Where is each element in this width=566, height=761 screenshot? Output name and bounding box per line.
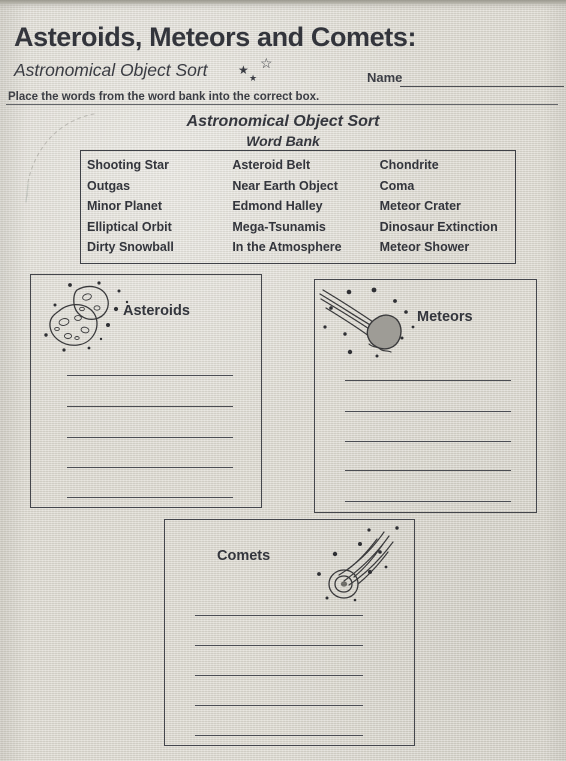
word-bank-item[interactable]: Chondrite — [380, 155, 515, 176]
name-label: Name — [367, 70, 403, 85]
star-outline-icon: ☆ — [260, 55, 273, 71]
instruction-text: Place the words from the word bank into … — [8, 91, 320, 103]
answer-line[interactable] — [345, 441, 511, 442]
page-title: Asteroids, Meteors and Comets: — [14, 22, 417, 52]
name-input-line[interactable] — [400, 86, 564, 87]
category-box-comets: Comets — [164, 519, 415, 746]
answer-line[interactable] — [195, 735, 363, 736]
subtitle-star-decorations: ★ ☆ ★ — [236, 56, 296, 86]
answer-line[interactable] — [67, 467, 233, 468]
answer-line[interactable] — [195, 645, 363, 646]
word-bank-title: Astronomical Object Sort — [186, 113, 380, 130]
word-bank-column-3: Chondrite Coma Meteor Crater Dinosaur Ex… — [380, 155, 515, 263]
word-bank-item[interactable]: Elliptical Orbit — [87, 217, 232, 238]
word-bank-item[interactable]: Shooting Star — [87, 155, 232, 176]
word-bank-item[interactable]: Outgas — [87, 176, 232, 197]
answer-line[interactable] — [195, 705, 363, 706]
page-subtitle: Astronomical Object Sort — [14, 60, 208, 80]
word-bank-item[interactable]: Meteor Shower — [380, 237, 515, 258]
answer-line[interactable] — [345, 411, 511, 412]
word-bank-item[interactable]: Coma — [380, 176, 515, 197]
word-bank-item[interactable]: Dinosaur Extinction — [380, 217, 515, 238]
header-divider — [6, 104, 558, 105]
scan-top-edge — [0, 0, 566, 5]
category-box-asteroids: Asteroids — [30, 274, 262, 508]
star-filled-icon: ★ — [238, 63, 249, 77]
comet-tail-icon — [317, 526, 399, 602]
answer-line[interactable] — [345, 380, 511, 381]
category-label-meteors: Meteors — [417, 309, 473, 325]
asteroid-rocks-icon — [44, 281, 129, 352]
word-bank-item[interactable]: Asteroid Belt — [232, 155, 379, 176]
answer-line[interactable] — [195, 675, 363, 676]
word-bank-item[interactable]: Mega-Tsunamis — [232, 217, 379, 238]
category-label-comets: Comets — [217, 548, 271, 564]
answer-line[interactable] — [67, 375, 233, 376]
answer-line[interactable] — [67, 406, 233, 407]
word-bank-column-1: Shooting Star Outgas Minor Planet Ellipt… — [87, 155, 232, 263]
answer-line[interactable] — [67, 437, 233, 438]
answer-line[interactable] — [345, 470, 511, 471]
word-bank-item[interactable]: Edmond Halley — [232, 196, 379, 217]
word-bank-subtitle: Word Bank — [246, 133, 320, 149]
word-bank-item[interactable]: Near Earth Object — [232, 176, 379, 197]
word-bank-column-2: Asteroid Belt Near Earth Object Edmond H… — [232, 155, 379, 263]
answer-line[interactable] — [195, 615, 363, 616]
category-box-meteors: Meteors — [314, 279, 537, 513]
word-bank-item[interactable]: Dirty Snowball — [87, 237, 232, 258]
word-bank-item[interactable]: In the Atmosphere — [232, 237, 379, 258]
answer-line[interactable] — [345, 501, 511, 502]
meteor-streak-icon — [319, 287, 415, 358]
word-bank-box: Shooting Star Outgas Minor Planet Ellipt… — [80, 150, 516, 264]
word-bank-item[interactable]: Meteor Crater — [380, 196, 515, 217]
star-small-icon: ★ — [249, 73, 258, 83]
word-bank-item[interactable]: Minor Planet — [87, 196, 232, 217]
answer-line[interactable] — [67, 497, 233, 498]
